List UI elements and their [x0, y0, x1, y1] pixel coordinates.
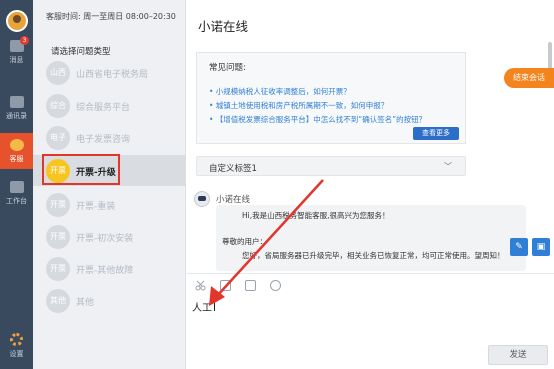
- faq-card: 常见问题: • 小规模纳税人征收率调整后，如何开票？ • 城镇土地使用税和房产税…: [196, 52, 466, 144]
- category-item[interactable]: 山西 山西省电子税务局: [33, 57, 186, 88]
- edit-icon[interactable]: ✎: [510, 238, 528, 256]
- category-label: 其他: [76, 298, 95, 308]
- message-bubble: Hi,我是山西税务智能客服,很高兴为您服务！ 尊敬的用户： 您好，省局服务器已升…: [216, 205, 526, 271]
- rail-workbench[interactable]: 工作台: [0, 175, 33, 211]
- user-avatar[interactable]: [6, 10, 28, 32]
- message-line: 尊敬的用户：: [222, 237, 267, 246]
- bot-avatar: [194, 191, 210, 207]
- message-line: 您好，省局服务器已升级完毕，相关业务已恢复正常，均可正常使用。望周知！: [242, 251, 505, 260]
- faq-question-link[interactable]: • 【增值税发票综合服务平台】中怎么找不到“确认签名”的按钮？: [209, 114, 426, 125]
- choose-type-label: 请选择问题类型: [51, 47, 111, 57]
- category-badge: 其他: [46, 289, 70, 313]
- category-item[interactable]: 电子 电子发票咨询: [33, 122, 186, 153]
- contacts-icon: [9, 96, 24, 108]
- side-actions: ✎ ▣: [510, 236, 554, 260]
- message-line: Hi,我是山西税务智能客服,很高兴为您服务！: [242, 211, 390, 220]
- category-label: 开票-初次安装: [76, 234, 134, 244]
- faq-question-link[interactable]: • 小规模纳税人征收率调整后，如何开票？: [209, 86, 351, 97]
- faq-title: 常见问题:: [209, 63, 246, 73]
- view-more-button[interactable]: 查看更多: [413, 127, 459, 140]
- bot-name: 小诺在线: [216, 195, 251, 205]
- rail-contacts[interactable]: 通讯录: [0, 90, 33, 126]
- category-badge: 开票: [46, 257, 70, 281]
- message-input[interactable]: 人工: [192, 299, 212, 314]
- category-badge: 开票: [46, 193, 70, 217]
- category-badge: 综合: [46, 94, 70, 118]
- category-label: 综合服务平台: [76, 103, 131, 113]
- category-label: 开票-其他故障: [76, 266, 134, 276]
- tag-label: 自定义标签1: [209, 164, 257, 174]
- category-item[interactable]: 综合 综合服务平台: [33, 90, 186, 121]
- category-label: 山西省电子税务局: [76, 70, 149, 80]
- custom-tag-dropdown[interactable]: 自定义标签1 ﹀: [196, 156, 466, 176]
- customer-service-icon: [9, 139, 24, 151]
- category-item[interactable]: 开票 开票-初次安装: [33, 221, 186, 252]
- faq-question-link[interactable]: • 城镇土地使用税和房产税所属期不一致，如何申报？: [209, 100, 388, 111]
- category-badge: 山西: [46, 61, 70, 85]
- scissors-icon[interactable]: [195, 280, 206, 291]
- category-item[interactable]: 开票 开票-重装: [33, 189, 186, 220]
- text-caret: [214, 298, 215, 311]
- chevron-down-icon: ﹀: [444, 162, 452, 171]
- category-badge: 开票: [46, 225, 70, 249]
- scrollbar[interactable]: [548, 42, 552, 70]
- category-label: 电子发票咨询: [76, 135, 131, 145]
- chat-title: 小诺在线: [198, 19, 249, 34]
- monitor-icon: [9, 181, 24, 193]
- category-badge: 电子: [46, 126, 70, 150]
- image-icon[interactable]: ▣: [532, 238, 550, 256]
- screenshot-icon[interactable]: [270, 280, 281, 291]
- rail-settings[interactable]: 设置: [0, 327, 33, 363]
- file-icon[interactable]: [245, 280, 256, 291]
- emoji-icon[interactable]: [220, 280, 231, 291]
- service-hours: 客服时间: 周一至周日 08:00–20:30: [46, 12, 176, 21]
- rail-customer-service[interactable]: 客服: [0, 133, 33, 169]
- unread-badge: 3: [20, 36, 29, 45]
- send-button[interactable]: 发送: [488, 345, 548, 365]
- category-item[interactable]: 其他 其他: [33, 285, 186, 316]
- chat-area: 小诺在线 结束会话 常见问题: • 小规模纳税人征收率调整后，如何开票？ • 城…: [186, 0, 554, 369]
- category-label: 开票-重装: [76, 202, 116, 212]
- compose-area: 人工 发送: [186, 273, 554, 369]
- rail-messages[interactable]: 消息 3: [0, 34, 33, 70]
- category-item[interactable]: 开票 开票-其他故障: [33, 253, 186, 284]
- highlight-box: [42, 154, 120, 185]
- end-session-button[interactable]: 结束会话: [504, 68, 554, 88]
- gear-icon: [10, 333, 23, 346]
- left-rail: 消息 3 通讯录 客服 工作台 设置: [0, 0, 33, 369]
